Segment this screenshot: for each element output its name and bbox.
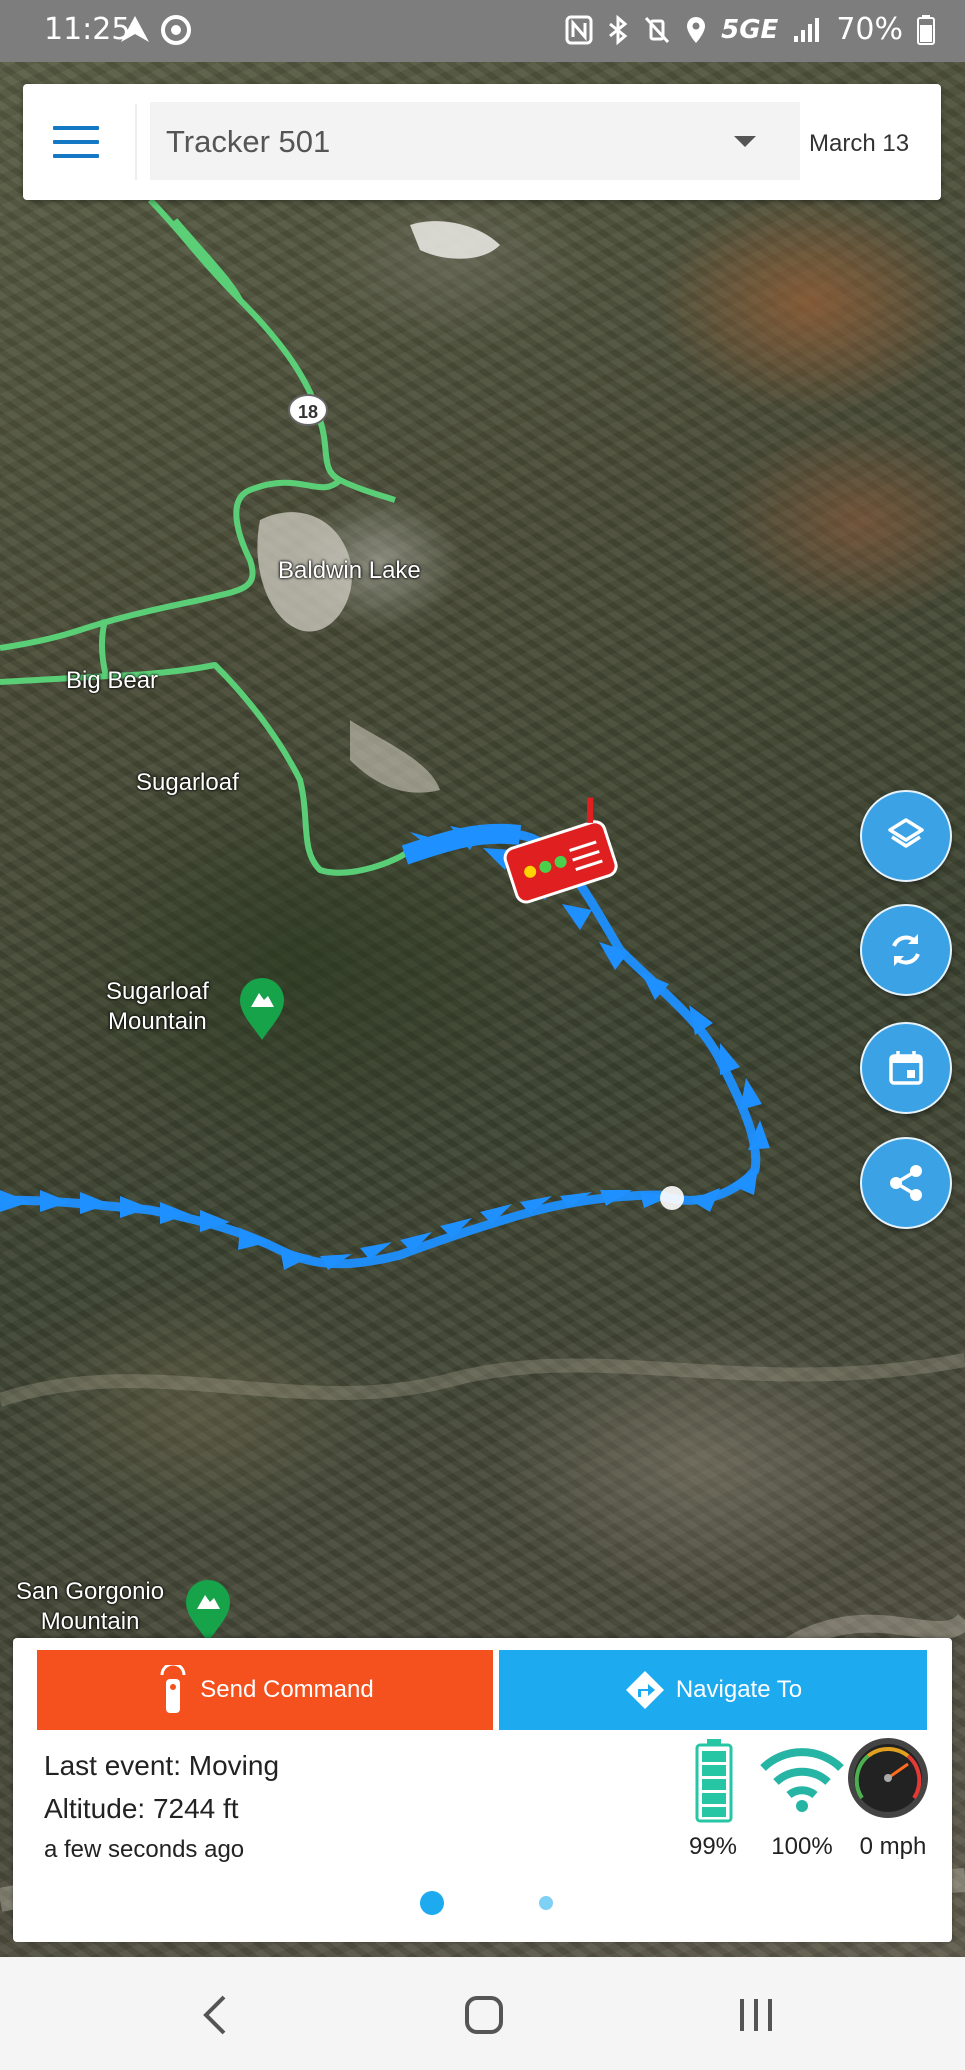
map-label-sugarloaf: Sugarloaf <box>136 769 239 796</box>
updated-text: a few seconds ago <box>44 1836 245 1863</box>
navigate-to-button[interactable]: Navigate To <box>499 1650 927 1730</box>
altitude-text: Altitude: 7244 ft <box>44 1793 239 1824</box>
last-event-text: Last event: Moving <box>44 1750 280 1781</box>
refresh-button[interactable] <box>860 904 952 996</box>
navigation-arrow-icon <box>121 16 149 42</box>
svg-text:18: 18 <box>298 402 318 422</box>
remote-control-icon <box>160 1665 186 1713</box>
speed-stat: 0 mph <box>859 1833 927 1860</box>
signal-icon <box>794 17 820 42</box>
pager-dot[interactable] <box>539 1896 553 1910</box>
status-icons: 5GE 70% <box>565 12 935 47</box>
tracker-marker-icon[interactable] <box>495 796 619 904</box>
system-nav-bar <box>0 1957 965 2070</box>
directions-icon <box>625 1671 664 1709</box>
battery-icon <box>917 14 935 45</box>
nfc-icon <box>565 15 593 44</box>
send-command-label: Send Command <box>200 1676 374 1703</box>
pager-dot-active[interactable] <box>420 1891 444 1915</box>
chevron-down-icon <box>734 136 756 147</box>
share-button[interactable] <box>860 1137 952 1229</box>
back-icon[interactable] <box>200 1993 230 2037</box>
calendar-button[interactable] <box>860 1022 952 1114</box>
mountain-pin-icon[interactable] <box>240 978 284 1040</box>
navigate-to-label: Navigate To <box>675 1676 803 1703</box>
map-label-baldwin-lake: Baldwin Lake <box>278 557 421 584</box>
lake-bed <box>350 720 440 793</box>
map-label-sugarloaf-mountain: Sugarloaf Mountain <box>106 978 209 1035</box>
layers-icon <box>888 818 924 848</box>
tracker-select[interactable]: Tracker 501 <box>150 102 800 180</box>
tracker-header-card: Tracker 501 March 13 <box>23 84 941 200</box>
tracker-select-value: Tracker 501 <box>166 124 331 159</box>
wifi-signal-icon <box>760 1748 844 1812</box>
tracker-info-card: Send Command Navigate To Last event: Mov… <box>13 1638 952 1942</box>
battery-level-icon <box>695 1739 733 1823</box>
menu-icon[interactable] <box>53 126 99 158</box>
recent-apps-icon[interactable] <box>736 1995 776 2035</box>
quarry-area <box>410 221 500 259</box>
mountain-pin-icon[interactable] <box>186 1580 230 1642</box>
share-icon <box>890 1165 922 1201</box>
date-label[interactable]: March 13 <box>809 130 909 158</box>
bluetooth-icon <box>609 14 628 45</box>
map-label-san-gorgonio-mountain: San Gorgonio Mountain <box>16 1578 165 1635</box>
road-shield-18: 18 <box>288 394 328 426</box>
tracker-route <box>0 823 770 1270</box>
header-divider <box>135 104 137 180</box>
battery-percent: 70% <box>836 12 903 47</box>
status-bar: 11:25 5GE 70% <box>0 0 965 62</box>
vibrate-mute-icon <box>645 16 670 43</box>
calendar-icon <box>889 1051 923 1085</box>
home-icon[interactable] <box>464 1995 504 2035</box>
speedometer-icon <box>848 1738 928 1818</box>
location-icon <box>687 16 706 43</box>
map-label-big-bear: Big Bear <box>66 667 159 694</box>
target-icon <box>161 15 191 45</box>
network-type: 5GE <box>721 14 779 45</box>
send-command-button[interactable]: Send Command <box>37 1650 493 1730</box>
battery-stat: 99% <box>688 1833 738 1860</box>
signal-stat: 100% <box>771 1833 833 1860</box>
layers-button[interactable] <box>860 790 952 882</box>
refresh-icon <box>892 934 920 966</box>
